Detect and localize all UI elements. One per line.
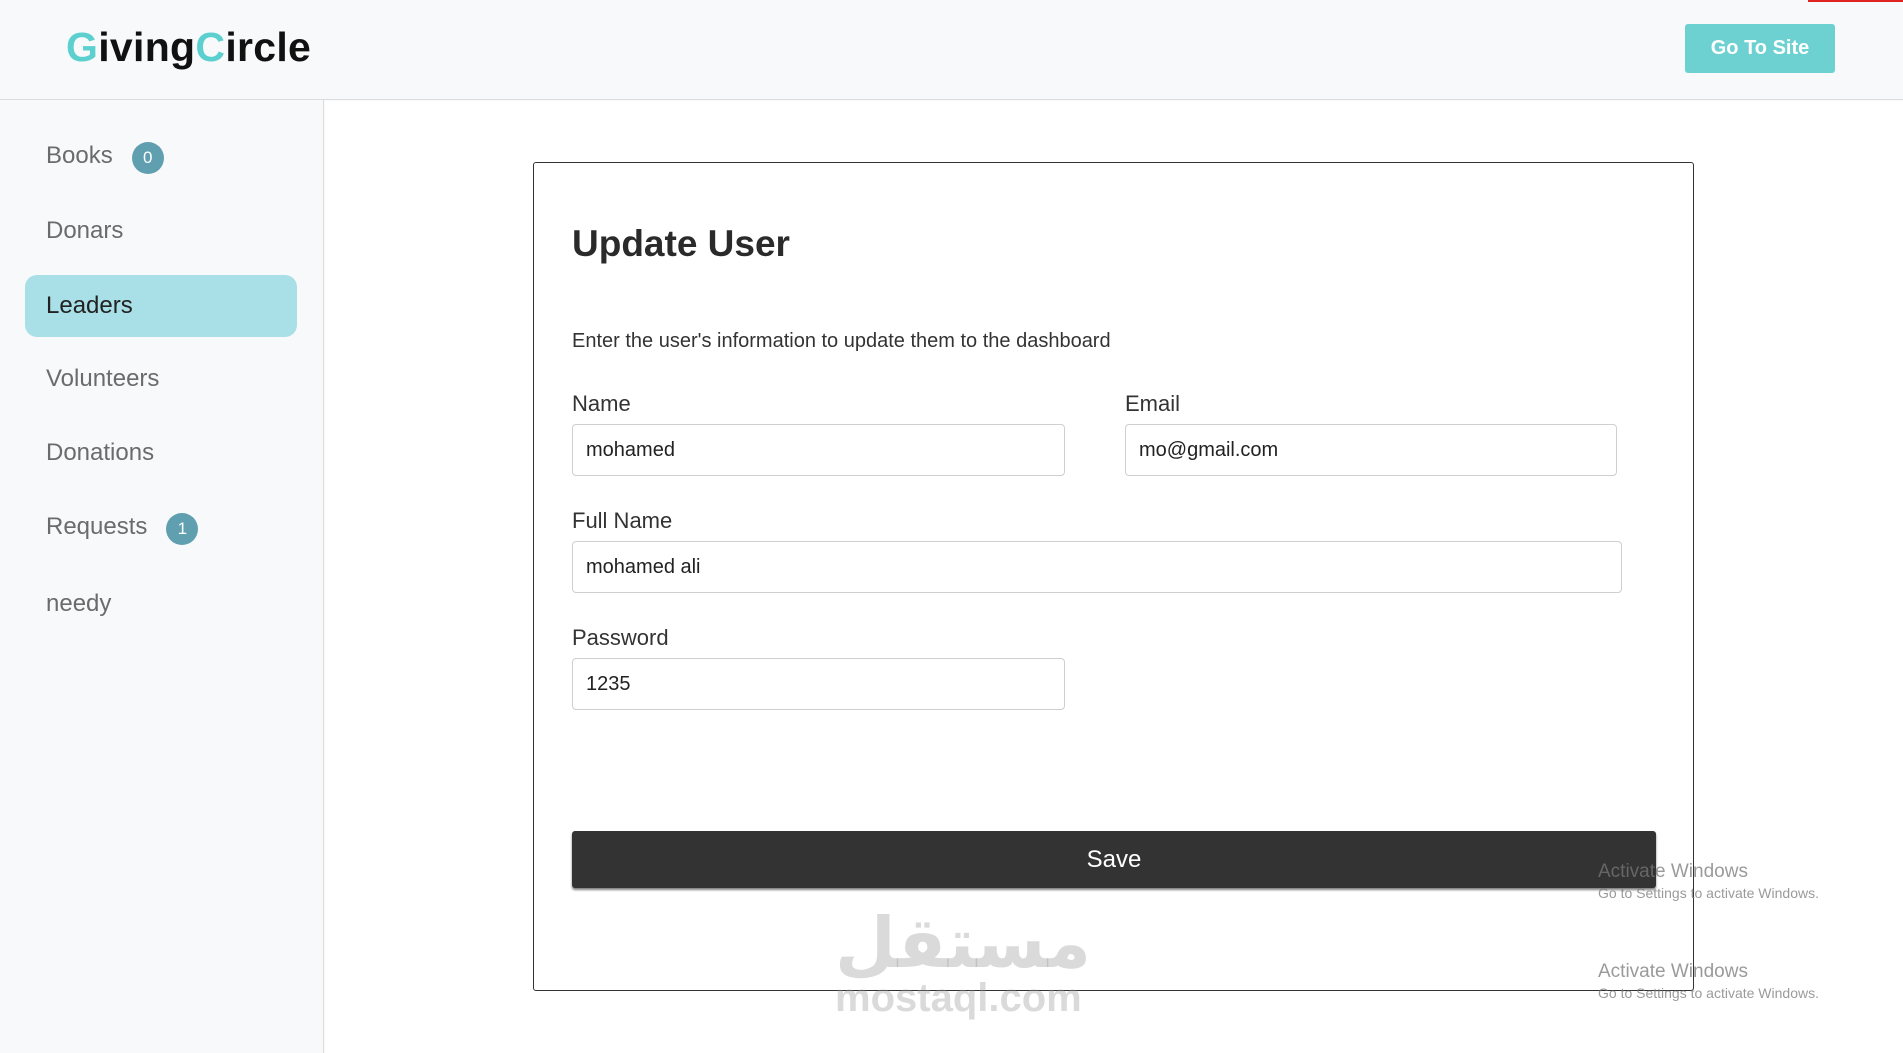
sidebar-item-books[interactable]: Books 0 <box>25 125 297 187</box>
email-label: Email <box>1125 391 1181 416</box>
save-button[interactable]: Save <box>572 831 1656 888</box>
top-bar: GivingCircle Go To Site <box>0 0 1903 100</box>
sidebar-item-label: Donars <box>46 217 124 244</box>
sidebar-item-label: Volunteers <box>46 365 160 392</box>
sidebar-item-leaders[interactable]: Leaders <box>25 275 297 337</box>
brand-letter-g: G <box>66 24 99 70</box>
go-to-site-button[interactable]: Go To Site <box>1685 24 1835 73</box>
full-name-label: Full Name <box>572 508 673 533</box>
password-label: Password <box>572 625 669 650</box>
sidebar: Books 0 Donars Leaders Volunteers Donati… <box>0 100 324 1053</box>
sidebar-item-label: Books <box>46 142 113 169</box>
books-count-badge: 0 <box>131 142 164 174</box>
form-title: Update User <box>572 223 790 264</box>
sidebar-item-needy[interactable]: needy <box>25 573 297 635</box>
sidebar-item-volunteers[interactable]: Volunteers <box>25 348 297 410</box>
name-label: Name <box>572 391 631 416</box>
form-description: Enter the user's information to update t… <box>572 330 1111 352</box>
sidebar-item-label: Donations <box>46 439 155 466</box>
top-edge-red-mark <box>1808 0 1903 2</box>
sidebar-item-requests[interactable]: Requests 1 <box>25 496 297 558</box>
sidebar-item-donars[interactable]: Donars <box>25 200 297 262</box>
sidebar-item-donations[interactable]: Donations <box>25 422 297 484</box>
sidebar-item-label: Requests <box>46 513 148 540</box>
sidebar-item-label: Leaders <box>46 292 133 319</box>
sidebar-item-label: needy <box>46 590 112 617</box>
brand-logo[interactable]: GivingCircle <box>66 24 311 71</box>
brand-text-ircle: ircle <box>225 24 312 70</box>
requests-count-badge: 1 <box>166 513 199 545</box>
email-field[interactable] <box>1125 424 1617 476</box>
full-name-field[interactable] <box>572 541 1622 593</box>
update-user-form: Update User Enter the user's information… <box>533 162 1694 991</box>
brand-letter-c: C <box>195 24 226 70</box>
brand-text-iving: iving <box>98 24 196 70</box>
password-field[interactable] <box>572 658 1065 710</box>
name-field[interactable] <box>572 424 1065 476</box>
